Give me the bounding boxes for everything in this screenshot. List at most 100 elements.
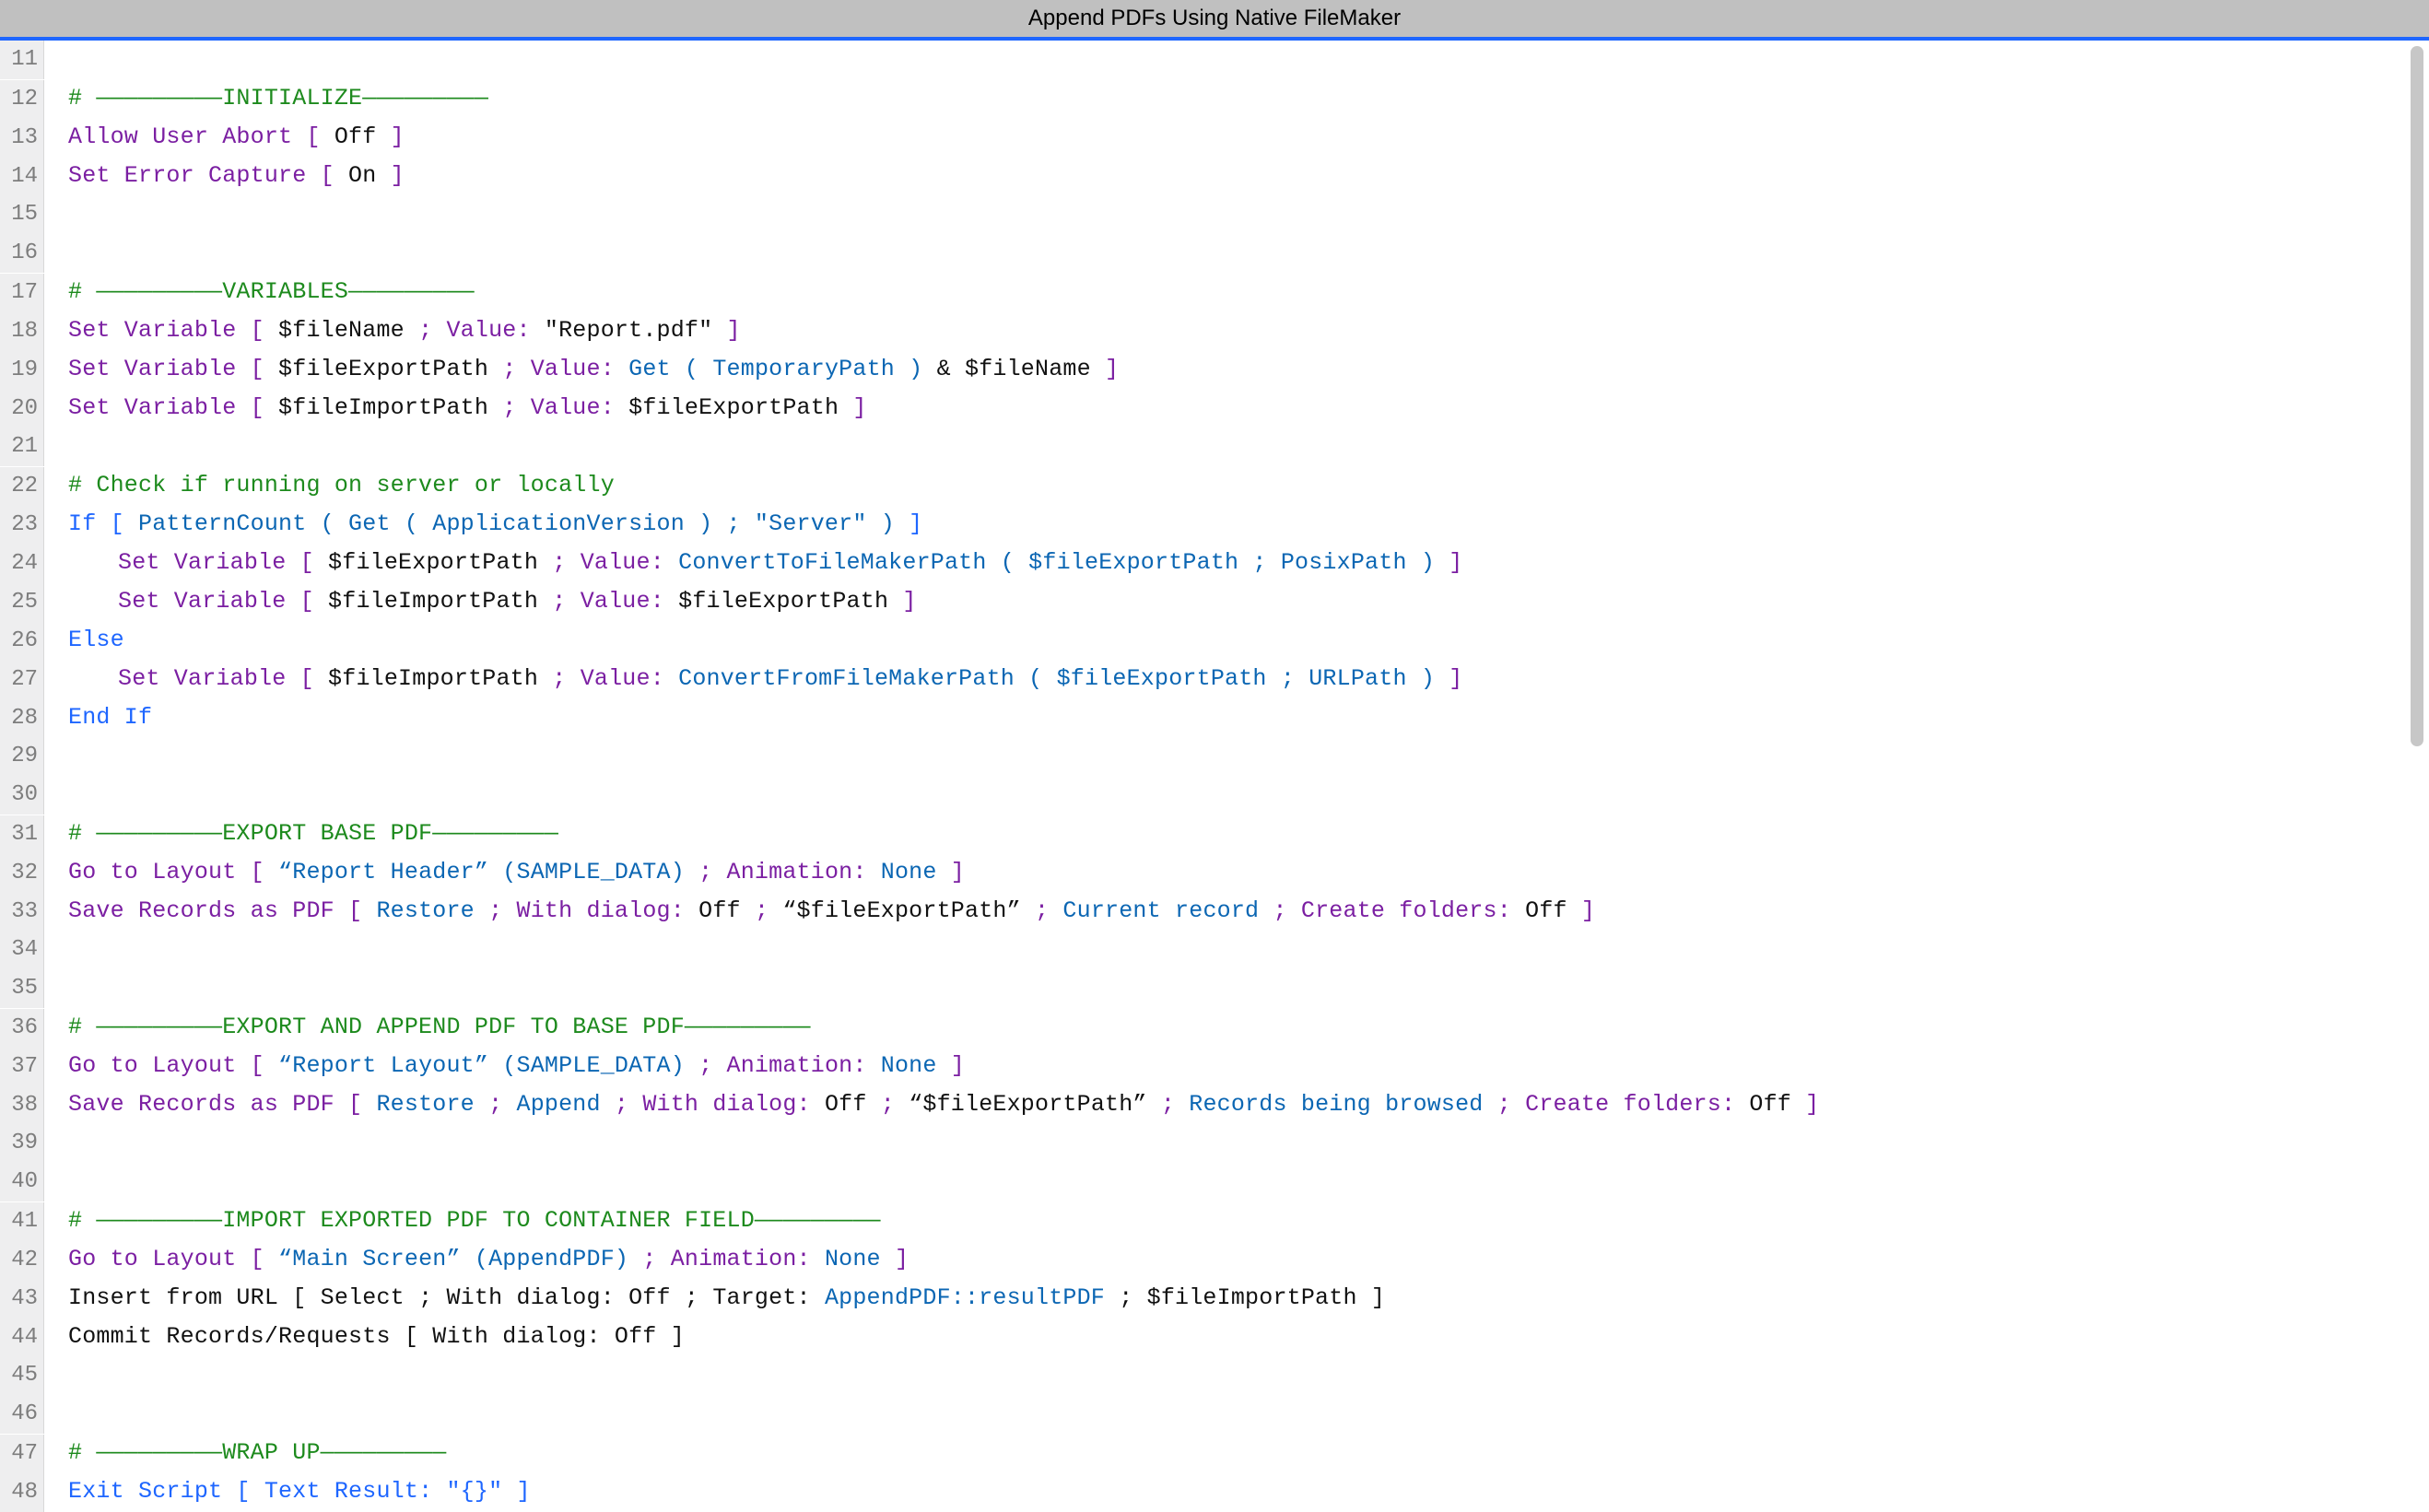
code-line[interactable]: 35 [0, 969, 2429, 1008]
code-line[interactable]: 27Set Variable [ $fileImportPath ; Value… [0, 660, 2429, 698]
token: ; Target: [671, 1284, 825, 1311]
token: ] [1435, 665, 1462, 692]
line-number: 48 [0, 1473, 44, 1512]
vertical-scrollbar[interactable] [2403, 46, 2425, 1502]
token: ; [475, 1091, 517, 1118]
code-line[interactable]: 24Set Variable [ $fileExportPath ; Value… [0, 544, 2429, 582]
token: $fileExportPath [278, 356, 488, 382]
token: ; Create folders: [1259, 897, 1525, 924]
code-line[interactable]: 15 [0, 195, 2429, 234]
line-number: 32 [0, 854, 44, 893]
code-content: End If [44, 698, 152, 737]
code-line[interactable]: 32Go to Layout [ “Report Header” (SAMPLE… [0, 853, 2429, 892]
token: [ [292, 123, 320, 150]
code-content: Go to Layout [ “Report Header” (SAMPLE_D… [44, 853, 965, 892]
code-content: If [ PatternCount ( Get ( ApplicationVer… [44, 505, 922, 544]
code-line[interactable]: 42Go to Layout [ “Main Screen” (AppendPD… [0, 1240, 2429, 1279]
code-line[interactable]: 11 [0, 41, 2429, 79]
token: “Main Screen” (AppendPDF) [278, 1246, 628, 1272]
code-line[interactable]: 48Exit Script [ Text Result: "{}" ] [0, 1472, 2429, 1511]
token: $fileName [278, 317, 405, 344]
code-line[interactable]: 46 [0, 1395, 2429, 1434]
token: ; Value: [538, 549, 678, 576]
code-line[interactable]: 39 [0, 1124, 2429, 1163]
line-number: 30 [0, 776, 44, 815]
token: Get ( TemporaryPath ) [628, 356, 922, 382]
code-line[interactable]: 19Set Variable [ $fileExportPath ; Value… [0, 350, 2429, 389]
token: # —————————VARIABLES————————— [68, 278, 475, 305]
line-number: 22 [0, 467, 44, 506]
token: [ [286, 665, 328, 692]
token: [ [334, 1091, 377, 1118]
token: Set Variable [118, 665, 286, 692]
code-line[interactable]: 43Insert from URL [ Select ; With dialog… [0, 1279, 2429, 1318]
code-content: # —————————VARIABLES————————— [44, 273, 475, 311]
code-line[interactable]: 26Else [0, 621, 2429, 660]
line-number: 11 [0, 41, 44, 79]
code-line[interactable]: 37Go to Layout [ “Report Layout” (SAMPLE… [0, 1047, 2429, 1085]
code-content: Commit Records/Requests [ With dialog: O… [44, 1318, 685, 1356]
code-content: Set Variable [ $fileExportPath ; Value: … [44, 544, 1462, 582]
token: Set Variable [68, 394, 236, 421]
code-line[interactable]: 13Allow User Abort [ Off ] [0, 118, 2429, 157]
code-line[interactable]: 22# Check if running on server or locall… [0, 466, 2429, 505]
code-line[interactable]: 21 [0, 428, 2429, 466]
script-editor[interactable]: 1112# —————————INITIALIZE—————————13Allo… [0, 41, 2429, 1511]
window-title: Append PDFs Using Native FileMaker [1028, 6, 1401, 31]
token: Save Records as PDF [68, 897, 334, 924]
code-line[interactable]: 31# —————————EXPORT BASE PDF————————— [0, 815, 2429, 853]
line-number: 46 [0, 1395, 44, 1434]
code-line[interactable]: 38Save Records as PDF [ Restore ; Append… [0, 1085, 2429, 1124]
code-line[interactable]: 23If [ PatternCount ( Get ( ApplicationV… [0, 505, 2429, 544]
line-number: 31 [0, 815, 44, 854]
token: [ [286, 549, 328, 576]
token: ; With dialog: [475, 897, 698, 924]
token: Save Records as PDF [68, 1091, 334, 1118]
token: ; Create folders: [1484, 1091, 1750, 1118]
token: “$fileExportPath” [909, 1091, 1146, 1118]
code-line[interactable]: 34 [0, 931, 2429, 969]
token: ; Animation: [628, 1246, 825, 1272]
code-line[interactable]: 29 [0, 737, 2429, 776]
code-line[interactable]: 28End If [0, 698, 2429, 737]
token: AppendPDF::resultPDF [825, 1284, 1105, 1311]
code-line[interactable]: 44Commit Records/Requests [ With dialog:… [0, 1318, 2429, 1356]
code-line[interactable]: 14Set Error Capture [ On ] [0, 157, 2429, 195]
code-content: Go to Layout [ “Report Layout” (SAMPLE_D… [44, 1047, 965, 1085]
token: $fileImportPath [328, 588, 538, 615]
code-line[interactable]: 36# —————————EXPORT AND APPEND PDF TO BA… [0, 1008, 2429, 1047]
code-content: # —————————IMPORT EXPORTED PDF TO CONTAI… [44, 1201, 881, 1240]
code-content: # —————————EXPORT AND APPEND PDF TO BASE… [44, 1008, 811, 1047]
code-line[interactable]: 30 [0, 776, 2429, 815]
code-line[interactable]: 18Set Variable [ $fileName ; Value: "Rep… [0, 311, 2429, 350]
line-number: 25 [0, 583, 44, 622]
token: # —————————EXPORT AND APPEND PDF TO BASE… [68, 1014, 811, 1040]
code-line[interactable]: 12# —————————INITIALIZE————————— [0, 79, 2429, 118]
token: “Report Layout” (SAMPLE_DATA) [278, 1052, 685, 1079]
code-line[interactable]: 16 [0, 234, 2429, 273]
token: $fileImportPath [278, 394, 488, 421]
line-number: 41 [0, 1202, 44, 1241]
code-line[interactable]: 33Save Records as PDF [ Restore ; With d… [0, 892, 2429, 931]
line-number: 13 [0, 119, 44, 158]
token: Off [321, 123, 391, 150]
token: $fileExportPath [328, 549, 538, 576]
token: On [334, 162, 391, 189]
token: Set Error Capture [68, 162, 306, 189]
code-content: Else [44, 621, 124, 660]
line-number: 14 [0, 158, 44, 196]
line-number: 45 [0, 1356, 44, 1395]
line-number: 35 [0, 969, 44, 1008]
code-line[interactable]: 40 [0, 1163, 2429, 1201]
token: ; Value: [488, 356, 628, 382]
token: None [881, 859, 937, 885]
code-line[interactable]: 45 [0, 1356, 2429, 1395]
token: "{}" [446, 1478, 502, 1505]
code-line[interactable]: 41# —————————IMPORT EXPORTED PDF TO CONT… [0, 1201, 2429, 1240]
code-line[interactable]: 20Set Variable [ $fileImportPath ; Value… [0, 389, 2429, 428]
code-line[interactable]: 47# —————————WRAP UP————————— [0, 1434, 2429, 1472]
token: PatternCount ( Get ( ApplicationVersion … [138, 510, 895, 537]
scrollbar-thumb[interactable] [2411, 46, 2423, 746]
code-line[interactable]: 17# —————————VARIABLES————————— [0, 273, 2429, 311]
code-line[interactable]: 25Set Variable [ $fileImportPath ; Value… [0, 582, 2429, 621]
